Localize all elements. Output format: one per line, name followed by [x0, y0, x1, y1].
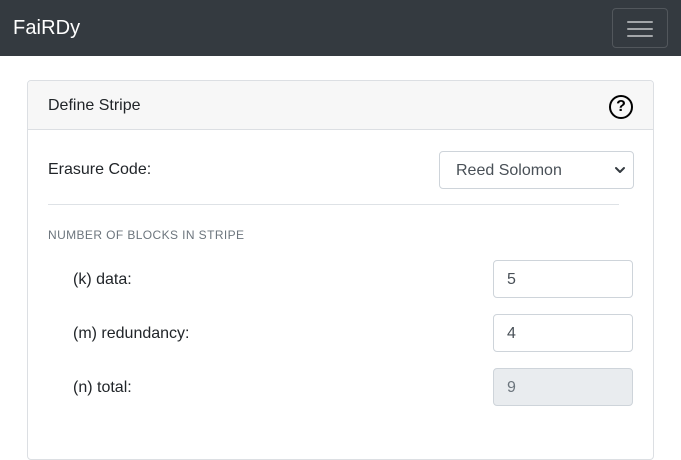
m-redundancy-input[interactable]: 4: [493, 314, 633, 352]
erasure-code-label: Erasure Code:: [48, 161, 152, 178]
n-total-label: (n) total:: [73, 379, 132, 396]
divider: [48, 204, 619, 205]
hamburger-menu-icon: [627, 21, 653, 23]
card-header: Define Stripe ?: [28, 81, 653, 130]
question-circle-icon[interactable]: ?: [609, 95, 633, 119]
brand-logo-text[interactable]: FaiRDy: [13, 15, 80, 41]
n-total-field: 9: [493, 368, 633, 406]
chevron-down-icon: [615, 167, 625, 173]
navbar-toggle-button[interactable]: [612, 8, 668, 48]
erasure-code-selected-value: Reed Solomon: [456, 162, 562, 179]
section-title: NUMBER OF BLOCKS IN STRIPE: [48, 228, 245, 242]
define-stripe-card: Define Stripe ? Erasure Code: Reed Solom…: [27, 80, 654, 460]
erasure-code-select[interactable]: Reed Solomon: [439, 151, 634, 189]
m-redundancy-label: (m) redundancy:: [73, 325, 190, 342]
k-data-input[interactable]: 5: [493, 260, 633, 298]
m-redundancy-value: 4: [507, 325, 516, 342]
card-title: Define Stripe: [48, 97, 141, 114]
k-data-value: 5: [507, 271, 516, 288]
n-total-value: 9: [507, 379, 516, 396]
k-data-label: (k) data:: [73, 271, 132, 288]
navbar: FaiRDy: [0, 0, 681, 56]
